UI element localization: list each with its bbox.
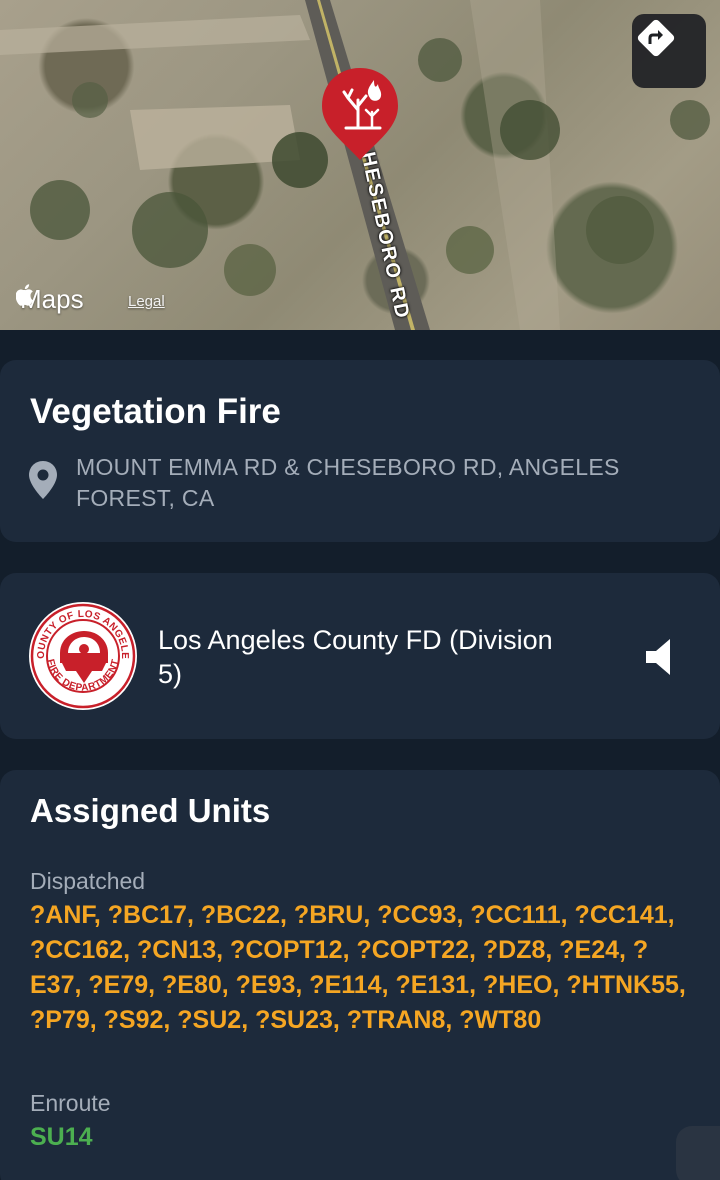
incident-address[interactable]: MOUNT EMMA RD & CHESEBORO RD, ANGELES FO… xyxy=(76,452,696,514)
apple-maps-logo: Maps xyxy=(16,284,84,315)
directions-button[interactable] xyxy=(632,14,706,88)
map-view[interactable]: HESEBORO RD Maps Legal xyxy=(0,0,720,330)
legal-link[interactable]: Legal xyxy=(128,293,165,310)
assigned-units-card: Assigned Units Dispatched ?ANF, ?BC17, ?… xyxy=(0,770,720,1180)
incident-title: Vegetation Fire xyxy=(30,392,281,431)
assigned-units-title: Assigned Units xyxy=(30,792,271,829)
agency-name: Los Angeles County FD (Division 5) xyxy=(158,625,553,689)
enroute-label: Enroute xyxy=(30,1090,111,1116)
dispatched-label: Dispatched xyxy=(30,868,146,894)
speaker-icon[interactable] xyxy=(644,637,676,682)
floating-action-button[interactable] xyxy=(676,1126,720,1180)
lacofd-seal-logo: COUNTY OF LOS ANGELES FIRE DEPARTMENT xyxy=(24,593,138,716)
incident-card: Vegetation Fire MOUNT EMMA RD & CHESEBOR… xyxy=(0,360,720,542)
directions-arrow-icon xyxy=(637,19,675,57)
location-pin-icon xyxy=(28,460,58,505)
dispatched-units-list: ?ANF, ?BC17, ?BC22, ?BRU, ?CC93, ?CC111,… xyxy=(30,901,686,1034)
enroute-units-list: SU14 xyxy=(30,1123,93,1151)
agency-card[interactable]: COUNTY OF LOS ANGELES FIRE DEPARTMENT Lo… xyxy=(0,573,720,739)
